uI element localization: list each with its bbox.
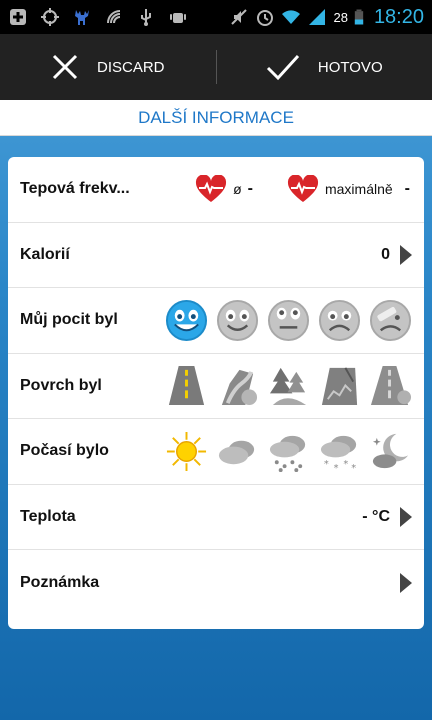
chevron-right-icon	[400, 506, 412, 527]
usb-icon	[141, 9, 151, 26]
heart-rate-label: Tepová frekv...	[20, 180, 130, 198]
svg-text:*: *	[324, 459, 329, 470]
sun-icon[interactable]	[165, 430, 208, 473]
surface-label: Povrch byl	[20, 376, 102, 394]
feeling-label: Můj pocit byl	[20, 311, 118, 329]
android-icon	[170, 13, 186, 23]
gravel-road-icon[interactable]	[369, 364, 412, 407]
status-bar: 28 18:20	[0, 0, 432, 34]
trail-icon[interactable]	[216, 364, 259, 407]
calories-row[interactable]: Kalorií 0	[8, 223, 424, 288]
discard-label: DISCARD	[96, 58, 165, 76]
done-label: HOTOVO	[317, 58, 383, 76]
close-icon	[52, 54, 78, 80]
wifi-icon	[282, 10, 301, 24]
neutral-face-icon[interactable]	[267, 299, 310, 342]
snow-icon[interactable]: * * * *	[318, 430, 361, 473]
discard-button[interactable]: DISCARD	[0, 34, 216, 100]
avg-symbol: ø	[233, 181, 242, 198]
surface-row: Povrch byl	[8, 354, 424, 419]
calories-label: Kalorií	[20, 245, 70, 263]
max-heart-rate-value: -	[404, 180, 410, 198]
heart-rate-row[interactable]: Tepová frekv... ø - maximálně -	[8, 157, 424, 223]
great-face-icon[interactable]	[165, 299, 208, 342]
forest-icon[interactable]	[267, 364, 310, 407]
temperature-label: Teplota	[20, 507, 76, 525]
plus-box-icon	[10, 9, 26, 25]
calories-value: 0	[381, 245, 390, 263]
feeling-row: Můj pocit byl	[8, 288, 424, 354]
signal-waves-icon	[107, 10, 121, 24]
battery-icon	[354, 9, 364, 25]
night-icon[interactable]	[369, 430, 412, 473]
rain-icon[interactable]	[267, 430, 310, 473]
svg-text:*: *	[351, 463, 356, 473]
action-bar: DISCARD HOTOVO	[0, 34, 432, 100]
section-title: DALŠÍ INFORMACE	[0, 100, 432, 136]
info-card: Tepová frekv... ø - maximálně - Kalorií …	[8, 157, 424, 629]
temperature-value: - °C	[362, 507, 390, 525]
mute-icon	[231, 9, 248, 25]
chevron-right-icon	[400, 244, 412, 265]
gps-icon	[41, 8, 59, 26]
smile-face-icon[interactable]	[216, 299, 259, 342]
temperature-row[interactable]: Teplota - °C	[8, 485, 424, 550]
rocky-icon[interactable]	[318, 364, 361, 407]
deer-icon	[75, 10, 89, 25]
weather-row: Počasí bylo * * * *	[8, 419, 424, 485]
battery-percent: 28	[333, 9, 348, 25]
alarm-icon	[257, 10, 274, 26]
heart-rate-icon	[196, 175, 227, 203]
chevron-right-icon	[400, 572, 412, 593]
note-row[interactable]: Poznámka	[8, 550, 424, 616]
weather-label: Počasí bylo	[20, 442, 109, 460]
check-icon	[266, 54, 299, 81]
avg-heart-rate-value: -	[247, 180, 253, 198]
sad-face-icon[interactable]	[318, 299, 361, 342]
road-icon[interactable]	[165, 364, 208, 407]
done-button[interactable]: HOTOVO	[217, 34, 432, 100]
svg-text:*: *	[334, 463, 339, 473]
note-label: Poznámka	[20, 573, 100, 591]
clock: 18:20	[373, 5, 424, 28]
cell-signal-icon	[309, 9, 326, 25]
svg-text:*: *	[343, 459, 348, 470]
injured-face-icon[interactable]	[369, 299, 412, 342]
cloudy-icon[interactable]	[216, 430, 259, 473]
max-heart-rate-icon	[287, 175, 318, 203]
max-label: maximálně	[324, 181, 393, 198]
